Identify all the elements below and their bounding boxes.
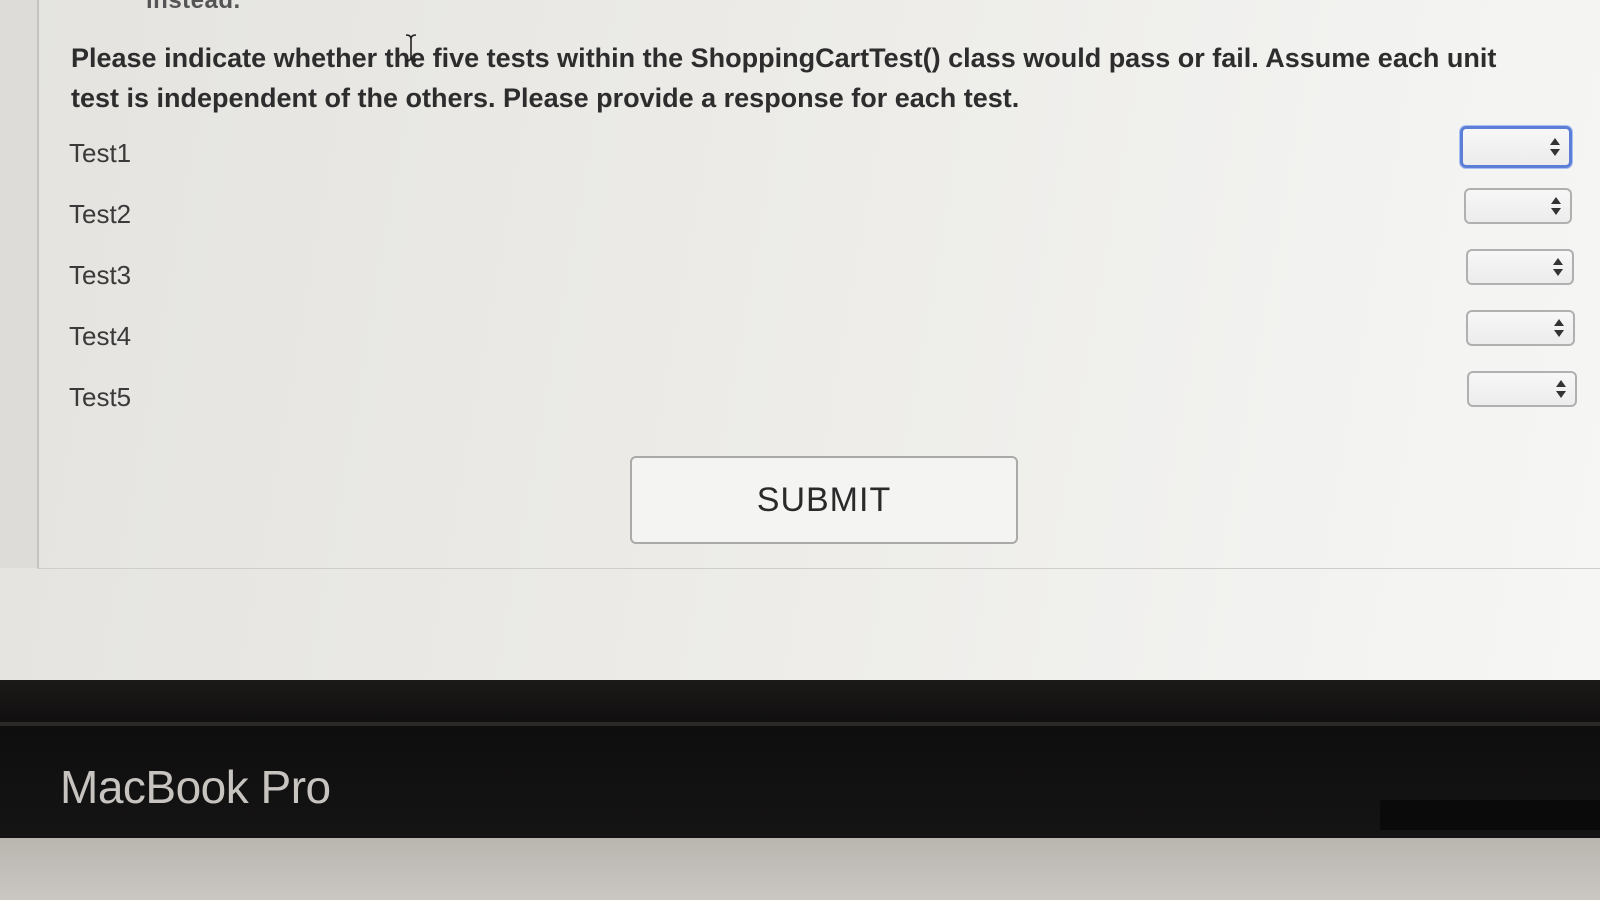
bezel-edge xyxy=(0,722,1600,726)
test4-select[interactable] xyxy=(1466,310,1575,346)
test2-select[interactable] xyxy=(1464,188,1572,224)
screen: instead. Please indicate whether the fiv… xyxy=(0,0,1600,680)
previous-text-fragment: instead. xyxy=(146,0,241,14)
test-label-2: Test2 xyxy=(69,199,132,229)
test5-select[interactable] xyxy=(1467,371,1577,407)
question-text: Please indicate whether the five tests w… xyxy=(71,43,1497,113)
left-margin xyxy=(0,0,37,568)
test-label-3: Test3 xyxy=(69,260,132,290)
updown-arrows-icon xyxy=(1554,319,1564,337)
test-label-1: Test1 xyxy=(69,138,132,168)
text-cursor-icon xyxy=(405,34,417,62)
test-label-5: Test5 xyxy=(69,382,132,412)
laptop-base xyxy=(0,838,1600,900)
updown-arrows-icon xyxy=(1553,258,1563,276)
submit-button[interactable]: SUBMIT xyxy=(630,456,1018,544)
laptop-brand-label: MacBook Pro xyxy=(60,761,331,813)
test1-select[interactable] xyxy=(1460,126,1572,168)
laptop-bezel xyxy=(0,680,1600,838)
updown-arrows-icon xyxy=(1550,138,1560,156)
updown-arrows-icon xyxy=(1551,197,1561,215)
updown-arrows-icon xyxy=(1556,380,1566,398)
laptop-hinge xyxy=(1380,800,1600,830)
test3-select[interactable] xyxy=(1466,249,1574,285)
test-label-4: Test4 xyxy=(69,321,132,351)
